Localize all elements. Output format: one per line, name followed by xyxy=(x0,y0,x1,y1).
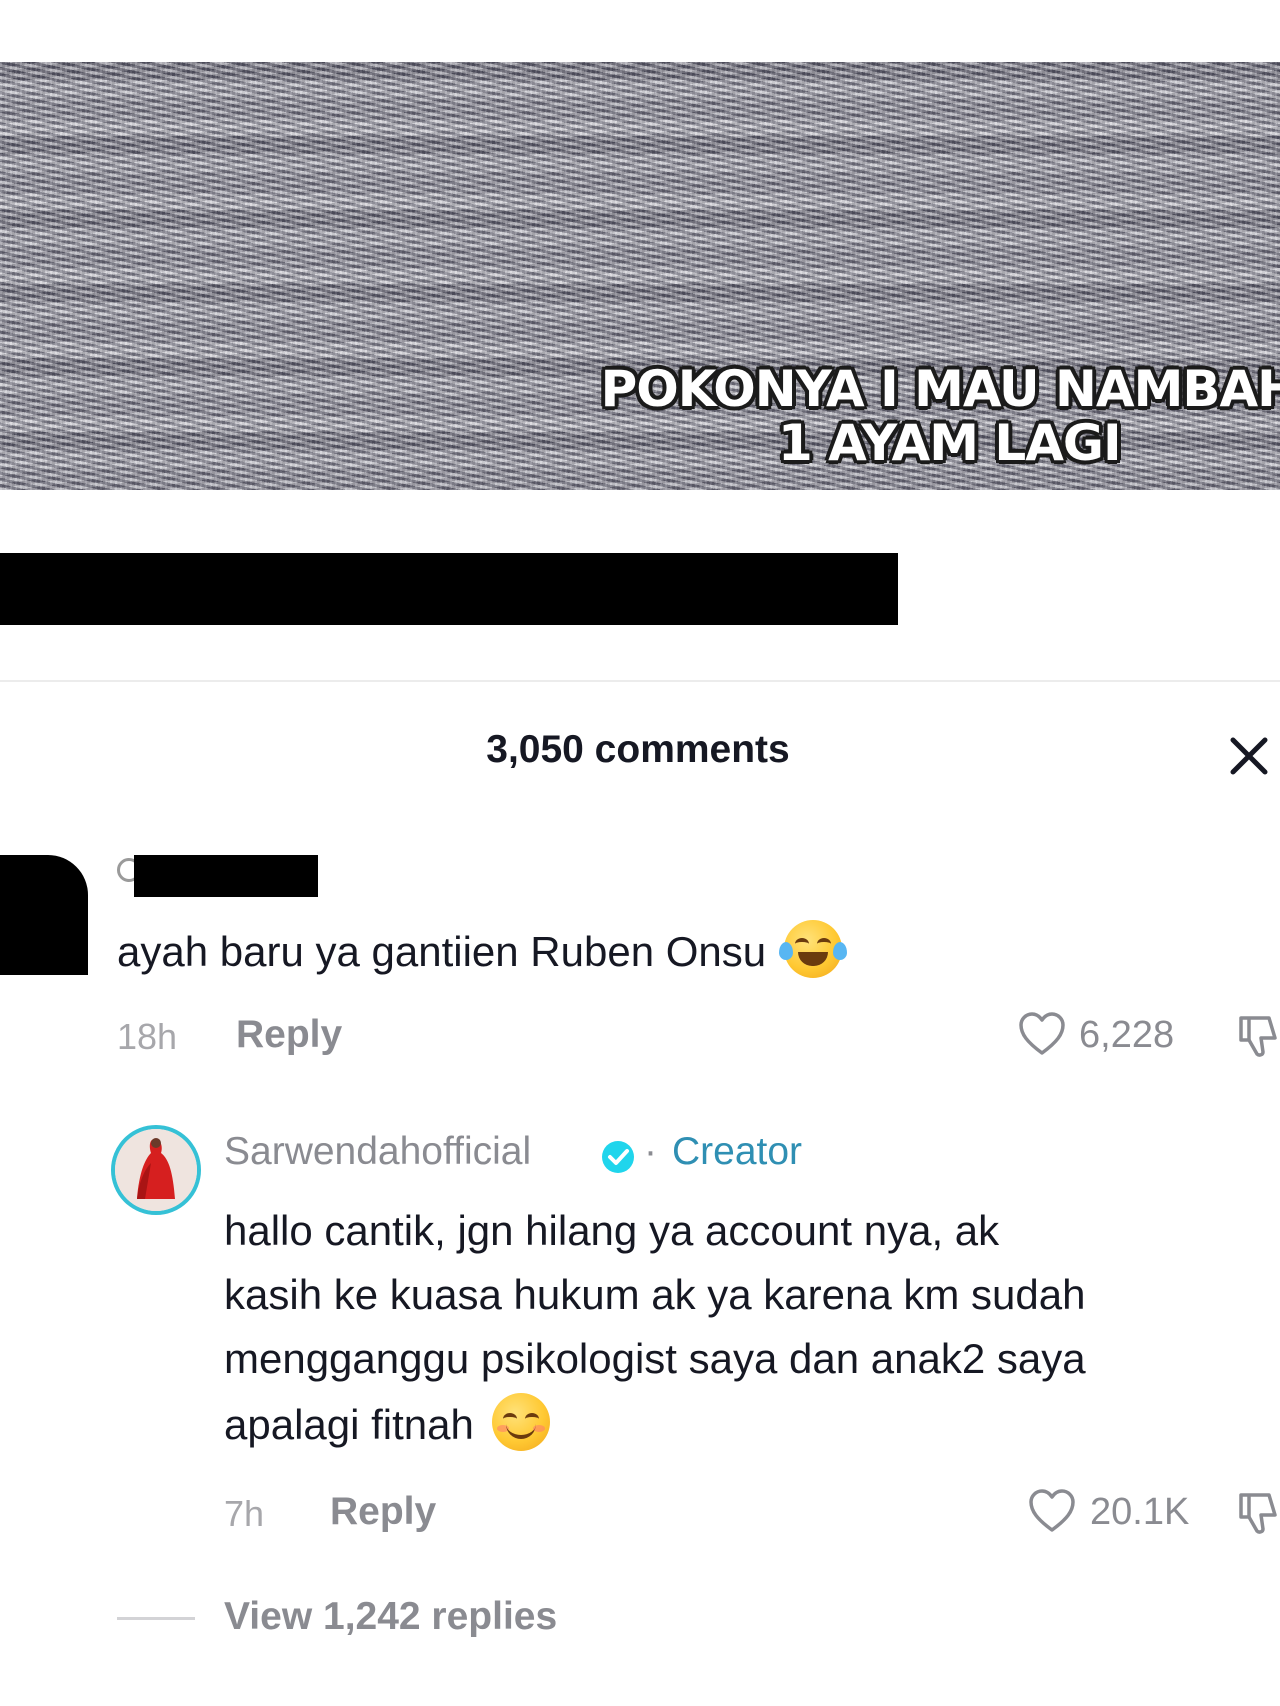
panel-divider xyxy=(0,680,1280,682)
reply-time: 7h xyxy=(224,1493,265,1534)
heart-icon[interactable] xyxy=(1017,1011,1067,1057)
like-count: 20.1K xyxy=(1090,1491,1190,1533)
caption-line-2: 1 AYAM LAGI xyxy=(777,414,1122,472)
comment-body: ayah baru ya gantiien Ruben Onsu xyxy=(117,928,767,975)
caption-line-1: POKONYA I MAU NAMBAH xyxy=(600,360,1280,418)
separator-dot: · xyxy=(644,1130,657,1173)
avatar-redacted[interactable] xyxy=(0,855,88,975)
video-frame[interactable]: POKONYA I MAU NAMBAH 1 AYAM LAGI xyxy=(0,62,1280,490)
comments-count: 3,050 comments xyxy=(486,728,790,771)
creator-avatar[interactable] xyxy=(111,1125,201,1215)
smiling-face-emoji-icon xyxy=(491,1393,550,1451)
reply-button[interactable]: Reply xyxy=(330,1490,436,1534)
like-count: 6,228 xyxy=(1079,1014,1175,1056)
reply-button[interactable]: Reply xyxy=(236,1013,342,1057)
redaction-bar xyxy=(0,553,898,625)
reply-line-4: apalagi fitnah xyxy=(224,1401,474,1448)
reply-line-4-wrap: apalagi fitnah xyxy=(224,1393,550,1457)
username-redacted[interactable] xyxy=(134,855,318,897)
tears-of-joy-emoji-icon xyxy=(778,920,847,978)
comment-time: 18h xyxy=(117,1016,178,1057)
close-icon[interactable] xyxy=(1225,732,1273,780)
view-replies-line xyxy=(117,1617,195,1620)
reply-line-2: kasih ke kuasa hukum ak ya karena km sud… xyxy=(224,1271,1086,1318)
tiktok-comments-screenshot: POKONYA I MAU NAMBAH 1 AYAM LAGI 3,050 c… xyxy=(0,0,1280,1706)
creator-label: Creator xyxy=(672,1130,803,1173)
comments-header: 3,050 comments xyxy=(0,720,1280,780)
avatar-photo-icon xyxy=(115,1129,197,1211)
comment-text: ayah baru ya gantiien Ruben Onsu xyxy=(117,919,847,985)
video-caption: POKONYA I MAU NAMBAH 1 AYAM LAGI xyxy=(601,362,1280,470)
dislike-icon[interactable] xyxy=(1235,1012,1280,1060)
creator-username[interactable]: Sarwendahofficial xyxy=(224,1130,531,1174)
view-replies-button[interactable]: View 1,242 replies xyxy=(224,1595,557,1639)
reply-line-3: mengganggu psikologist saya dan anak2 sa… xyxy=(224,1335,1086,1382)
heart-icon[interactable] xyxy=(1027,1488,1077,1534)
dislike-icon[interactable] xyxy=(1235,1489,1280,1537)
verified-badge-icon xyxy=(602,1141,634,1173)
reply-line-1: hallo cantik, jgn hilang ya account nya,… xyxy=(224,1207,1000,1254)
